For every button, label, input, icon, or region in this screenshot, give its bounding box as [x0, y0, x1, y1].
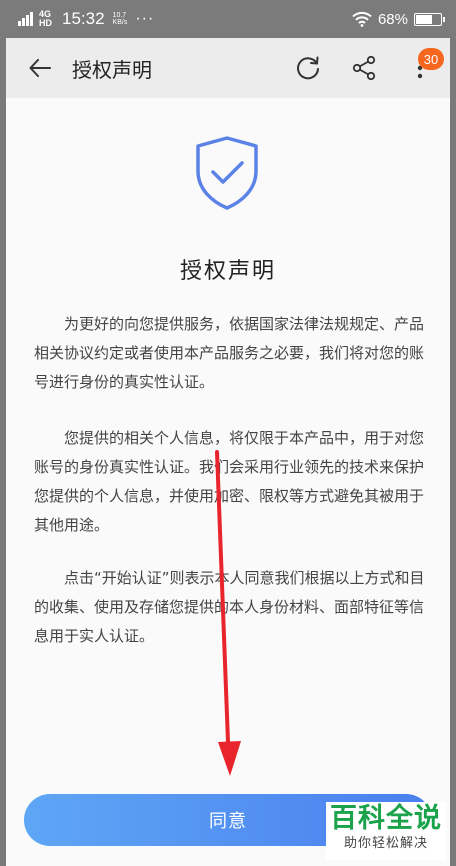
paragraph-personal-info: 您提供的相关个人信息，将仅限于本产品中，用于对您账号的身份真实性认证。我们会采用…	[34, 429, 425, 534]
status-time: 15:32	[62, 9, 105, 28]
notification-badge: 30	[418, 48, 444, 70]
battery-fill	[416, 14, 433, 24]
network-type: 4G HD	[39, 10, 52, 28]
back-arrow-icon	[29, 59, 51, 77]
net-speed-value: 10.7	[112, 12, 127, 19]
app-bar: 授权声明 30	[6, 38, 450, 98]
status-left: 4G HD 15:32 10.7 KB/s ···	[18, 9, 154, 29]
battery-icon	[414, 12, 445, 26]
status-right: 68%	[352, 10, 445, 28]
more-options-button[interactable]: 30	[398, 46, 444, 90]
refresh-icon	[297, 56, 319, 80]
app-bar-actions: 30	[286, 46, 450, 90]
watermark-title: 百科全说	[330, 803, 442, 834]
share-button[interactable]	[342, 46, 386, 90]
paragraph-consent: 点击“开始认证”则表示本人同意我们根据以上方式和目的收集、使用及存储您提供的本人…	[34, 569, 425, 645]
battery-percent: 68%	[377, 10, 408, 28]
net-speed-unit: KB/s	[112, 19, 128, 26]
authorization-content: 授权声明 为更好的向您提供服务，依据国家法律法规规定、产品相关协议约定或者使用本…	[6, 98, 450, 866]
network-type-sub: HD	[39, 18, 52, 28]
status-bar: 4G HD 15:32 10.7 KB/s ··· 68%	[0, 0, 456, 38]
watermark-subtitle: 助你轻松解决	[343, 836, 428, 851]
back-button[interactable]	[18, 46, 62, 90]
shield-check-icon	[196, 136, 258, 210]
watermark-logo: 百科全说 助你轻松解决	[326, 802, 446, 860]
share-icon	[352, 55, 376, 81]
refresh-button[interactable]	[286, 46, 330, 90]
status-overflow: ···	[135, 10, 155, 27]
net-speed: 10.7 KB/s	[113, 12, 128, 26]
wifi-icon	[352, 11, 372, 27]
signal-icon	[18, 12, 33, 26]
page-title: 授权声明	[72, 57, 152, 82]
content-heading: 授权声明	[179, 259, 276, 284]
paragraph-service: 为更好的向您提供服务，依据国家法律法规规定、产品相关协议约定或者使用本产品服务之…	[34, 315, 425, 391]
